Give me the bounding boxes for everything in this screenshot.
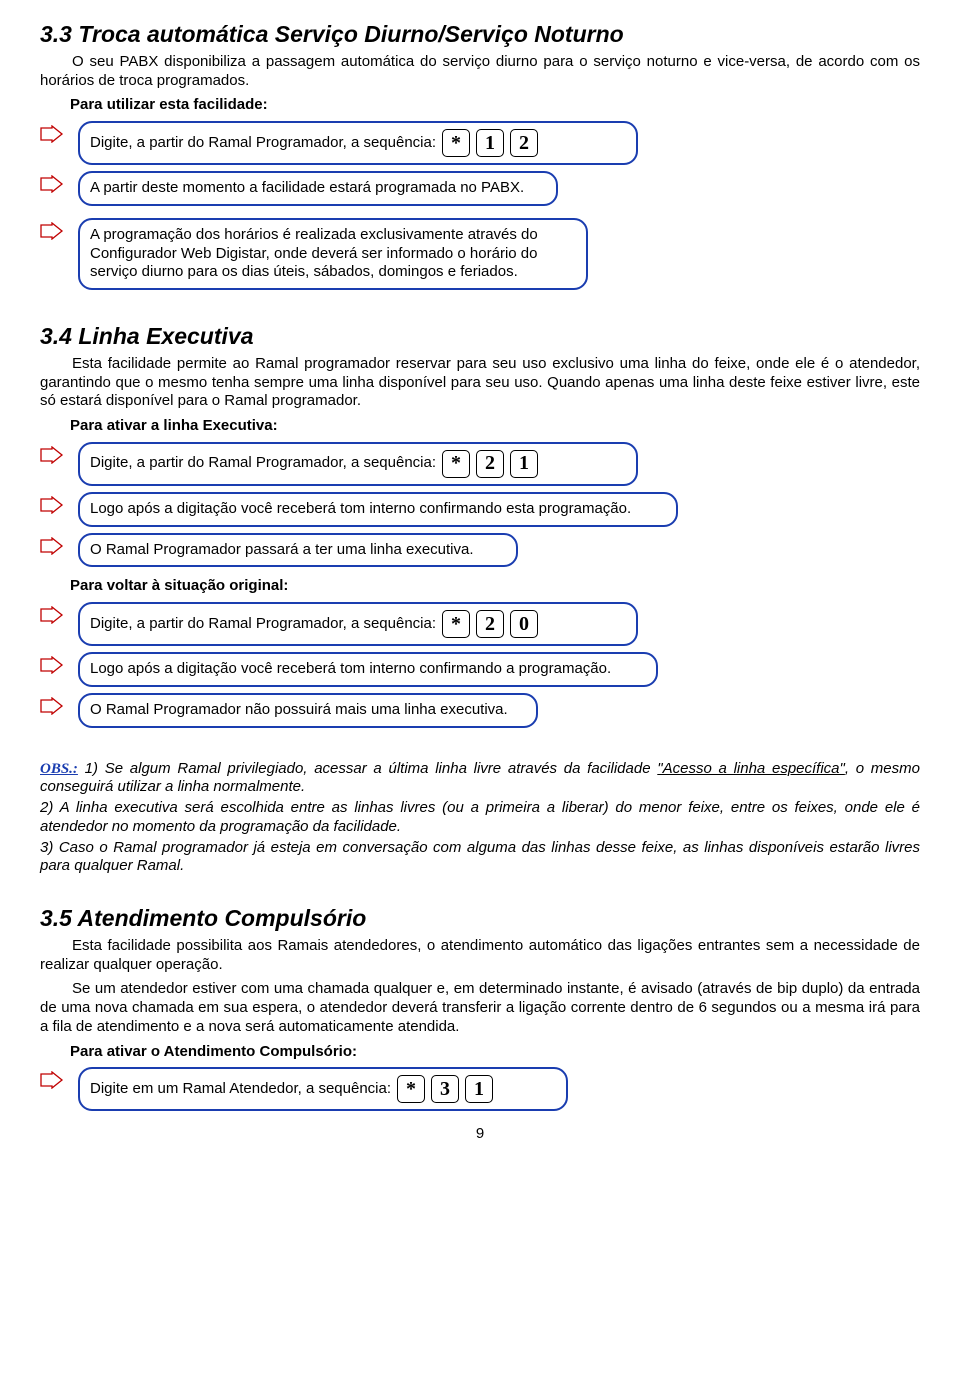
arrow-right-icon	[40, 656, 68, 674]
step-text: Logo após a digitação você receberá tom …	[90, 500, 631, 519]
key-asterisk: *	[442, 129, 470, 157]
key-digit: 3	[431, 1075, 459, 1103]
step-text: Logo após a digitação você receberá tom …	[90, 660, 611, 679]
key-digit: 2	[510, 129, 538, 157]
arrow-right-icon	[40, 175, 68, 193]
label-activate-executive: Para ativar a linha Executiva:	[70, 417, 920, 436]
obs-label: OBS.:	[40, 761, 78, 777]
arrow-right-icon	[40, 1071, 68, 1089]
arrow-right-icon	[40, 125, 68, 143]
step-bubble: Logo após a digitação você receberá tom …	[78, 492, 678, 527]
key-asterisk: *	[442, 450, 470, 478]
section-intro-35a: Esta facilidade possibilita aos Ramais a…	[40, 937, 920, 975]
label-reset-original: Para voltar à situação original:	[70, 577, 920, 596]
arrow-right-icon	[40, 496, 68, 514]
arrow-right-icon	[40, 537, 68, 555]
step-row: O Ramal Programador passará a ter uma li…	[40, 533, 920, 568]
section-title-33: 3.3 Troca automática Serviço Diurno/Serv…	[40, 20, 920, 49]
obs-text: 1) Se algum Ramal privilegiado, acessar …	[78, 760, 657, 777]
label-use-facility: Para utilizar esta facilidade:	[70, 96, 920, 115]
step-bubble: O Ramal Programador passará a ter uma li…	[78, 533, 518, 568]
step-row: Digite em um Ramal Atendedor, a sequênci…	[40, 1067, 920, 1111]
step-bubble: A partir deste momento a facilidade esta…	[78, 171, 558, 206]
step-bubble: Logo após a digitação você receberá tom …	[78, 652, 658, 687]
arrow-right-icon	[40, 697, 68, 715]
step-row: O Ramal Programador não possuirá mais um…	[40, 693, 920, 728]
key-digit: 2	[476, 610, 504, 638]
key-digit: 1	[465, 1075, 493, 1103]
step-row: A programação dos horários é realizada e…	[40, 218, 920, 290]
key-asterisk: *	[442, 610, 470, 638]
step-text: A partir deste momento a facilidade esta…	[90, 179, 524, 198]
step-bubble: Digite em um Ramal Atendedor, a sequênci…	[78, 1067, 568, 1111]
step-text: Digite, a partir do Ramal Programador, a…	[90, 615, 436, 634]
step-bubble: Digite, a partir do Ramal Programador, a…	[78, 602, 638, 646]
key-digit: 0	[510, 610, 538, 638]
section-intro-33: O seu PABX disponibiliza a passagem auto…	[40, 53, 920, 91]
section-title-35: 3.5 Atendimento Compulsório	[40, 904, 920, 933]
section-intro-35b: Se um atendedor estiver com uma chamada …	[40, 980, 920, 1036]
step-row: Digite, a partir do Ramal Programador, a…	[40, 602, 920, 646]
step-row: Digite, a partir do Ramal Programador, a…	[40, 442, 920, 486]
step-bubble: O Ramal Programador não possuirá mais um…	[78, 693, 538, 728]
obs-note-3: 3) Caso o Ramal programador já esteja em…	[40, 839, 920, 877]
obs-link[interactable]: "Acesso a linha específica"	[657, 760, 845, 777]
arrow-right-icon	[40, 446, 68, 464]
key-digit: 2	[476, 450, 504, 478]
arrow-right-icon	[40, 606, 68, 624]
step-row: A partir deste momento a facilidade esta…	[40, 171, 920, 206]
key-asterisk: *	[397, 1075, 425, 1103]
step-row: Digite, a partir do Ramal Programador, a…	[40, 121, 920, 165]
step-row: Logo após a digitação você receberá tom …	[40, 492, 920, 527]
step-bubble: Digite, a partir do Ramal Programador, a…	[78, 442, 638, 486]
step-bubble: A programação dos horários é realizada e…	[78, 218, 588, 290]
obs-note-1: OBS.: 1) Se algum Ramal privilegiado, ac…	[40, 760, 920, 798]
section-title-34: 3.4 Linha Executiva	[40, 322, 920, 351]
step-text: Digite, a partir do Ramal Programador, a…	[90, 454, 436, 473]
step-text: Digite em um Ramal Atendedor, a sequênci…	[90, 1080, 391, 1099]
step-bubble: Digite, a partir do Ramal Programador, a…	[78, 121, 638, 165]
step-text: Digite, a partir do Ramal Programador, a…	[90, 134, 436, 153]
step-text: O Ramal Programador não possuirá mais um…	[90, 701, 508, 720]
key-digit: 1	[510, 450, 538, 478]
page-number: 9	[40, 1125, 920, 1144]
step-text: A programação dos horários é realizada e…	[90, 226, 576, 282]
obs-note-2: 2) A linha executiva será escolhida entr…	[40, 799, 920, 837]
label-activate-compulsory: Para ativar o Atendimento Compulsório:	[70, 1043, 920, 1062]
step-text: O Ramal Programador passará a ter uma li…	[90, 541, 474, 560]
section-intro-34: Esta facilidade permite ao Ramal program…	[40, 355, 920, 411]
key-digit: 1	[476, 129, 504, 157]
arrow-right-icon	[40, 222, 68, 240]
step-row: Logo após a digitação você receberá tom …	[40, 652, 920, 687]
